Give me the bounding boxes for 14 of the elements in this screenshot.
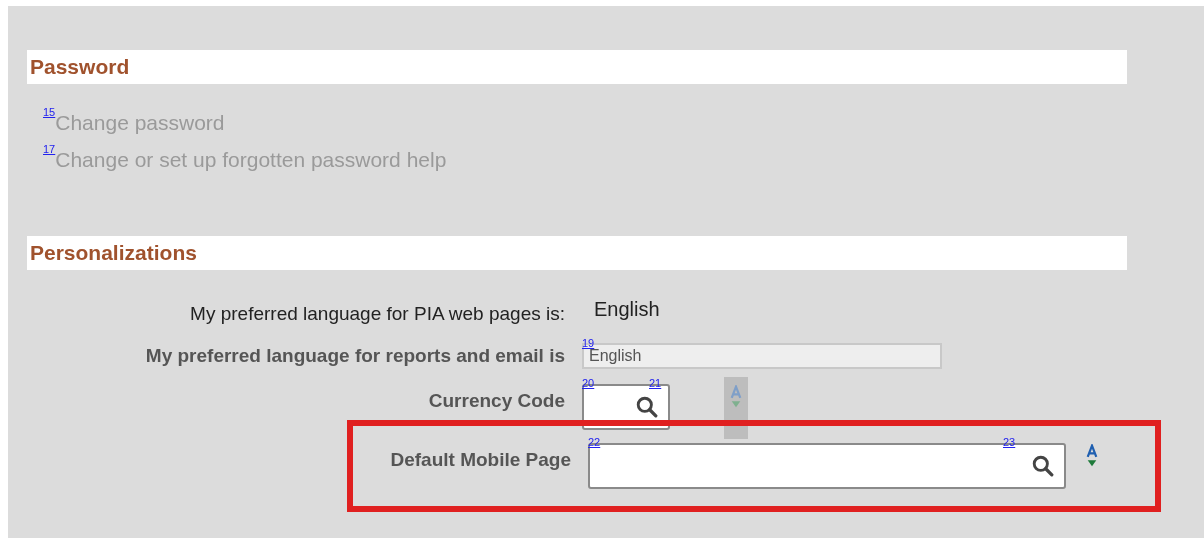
field-value: English (594, 298, 660, 321)
field-label: My preferred language for reports and email is (144, 345, 566, 367)
field-label: Currency Code (427, 390, 566, 412)
hotkey-link[interactable]: 19 (582, 337, 595, 349)
search-icon[interactable] (1032, 455, 1054, 477)
field-label: Default Mobile Page (389, 449, 572, 471)
hotkey-link[interactable]: 15 (43, 106, 56, 118)
sort-icon[interactable] (1086, 444, 1098, 468)
hotkey-link[interactable]: 23 (1003, 436, 1016, 448)
section-header: Password (27, 50, 1127, 84)
section-header: Personalizations (27, 236, 1127, 270)
field-label: My preferred language for PIA web pages is: (189, 303, 566, 325)
hotkey-link[interactable]: 17 (43, 143, 56, 155)
hotkey-link[interactable]: 22 (588, 436, 601, 448)
